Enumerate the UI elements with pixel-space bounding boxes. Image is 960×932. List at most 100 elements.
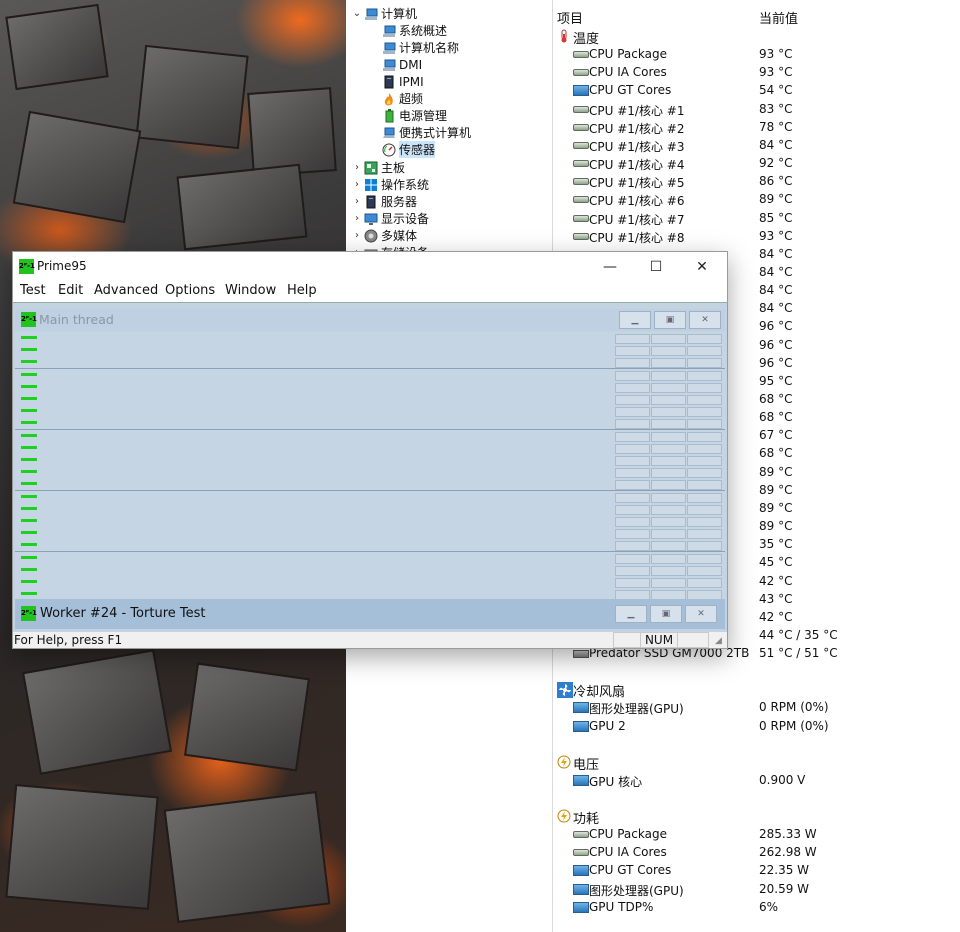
child-minimize-button[interactable] [615, 419, 650, 430]
worker-window-stripe[interactable] [15, 563, 725, 577]
child-minimize-button[interactable] [615, 407, 650, 418]
child-restore-button[interactable] [651, 480, 686, 491]
close-button[interactable]: ✕ [679, 252, 725, 282]
child-close-button[interactable] [687, 431, 722, 442]
chevron-right-icon[interactable]: › [350, 213, 364, 224]
child-minimize-button[interactable] [615, 370, 650, 381]
child-close-button[interactable] [687, 456, 722, 466]
child-restore-button[interactable]: ▣ [650, 605, 682, 623]
worker-window-stripe[interactable] [15, 417, 725, 431]
menu-advanced[interactable]: Advanced [94, 283, 158, 298]
worker-window-stripe[interactable] [15, 405, 725, 419]
child-restore-button[interactable]: ▣ [654, 311, 686, 329]
child-restore-button[interactable] [651, 358, 686, 369]
child-close-button[interactable] [687, 370, 722, 381]
minimize-button[interactable]: — [587, 252, 633, 282]
child-close-button[interactable] [687, 553, 722, 564]
sensor-row[interactable]: CPU #1/核心 #7 85 °C [553, 209, 960, 227]
child-restore-button[interactable] [651, 517, 686, 527]
worker-window-stripe[interactable] [15, 478, 725, 492]
worker-window-stripe[interactable] [15, 515, 725, 528]
child-restore-button[interactable] [651, 382, 686, 393]
worker-window-stripe[interactable] [15, 344, 725, 358]
tree-item-computer[interactable]: ⌄ 计算机 [350, 5, 417, 22]
sensor-row[interactable]: CPU #1/核心 #4 92 °C [553, 154, 960, 172]
menu-options[interactable]: Options [165, 283, 215, 298]
child-close-button[interactable] [687, 395, 722, 405]
tree-item-laptop[interactable]: 便携式计算机 [368, 124, 471, 141]
menu-edit[interactable]: Edit [58, 283, 83, 298]
child-close-button[interactable] [687, 468, 722, 479]
sensor-row[interactable]: CPU Package 93 °C [553, 45, 960, 63]
worker-window-stripe[interactable] [15, 527, 725, 541]
sensor-row[interactable]: CPU Package 285.33 W [553, 825, 960, 843]
child-restore-button[interactable] [651, 431, 686, 442]
chevron-right-icon[interactable]: › [350, 179, 364, 190]
sensor-row[interactable]: CPU GT Cores 22.35 W [553, 861, 960, 879]
child-minimize-button[interactable] [615, 553, 650, 564]
child-minimize-button[interactable] [615, 504, 650, 515]
worker-window-stripe[interactable] [15, 429, 725, 443]
child-minimize-button[interactable] [615, 480, 650, 491]
tree-item-motherboard[interactable]: › 主板 [350, 159, 405, 176]
child-close-button[interactable] [687, 382, 722, 393]
child-restore-button[interactable] [651, 504, 686, 515]
child-close-button[interactable] [687, 541, 722, 552]
child-close-button[interactable] [687, 346, 722, 357]
child-restore-button[interactable] [651, 443, 686, 454]
child-minimize-button[interactable] [615, 565, 650, 576]
child-restore-button[interactable] [651, 468, 686, 479]
child-close-button[interactable]: ✕ [685, 605, 717, 623]
sensor-row[interactable]: CPU #1/核心 #6 89 °C [553, 190, 960, 208]
sensor-row[interactable]: CPU #1/核心 #1 83 °C [553, 100, 960, 118]
child-minimize-button[interactable] [615, 541, 650, 552]
chevron-right-icon[interactable]: › [350, 196, 364, 207]
child-restore-button[interactable] [651, 553, 686, 564]
child-minimize-button[interactable] [615, 468, 650, 479]
child-minimize-button[interactable] [615, 358, 650, 369]
resize-grip-icon[interactable]: ◢ [715, 636, 722, 646]
worker-window-stripe[interactable] [15, 466, 725, 480]
child-minimize-button[interactable] [615, 456, 650, 466]
child-restore-button[interactable] [651, 578, 686, 588]
child-minimize-button[interactable] [615, 492, 650, 503]
child-close-button[interactable] [687, 480, 722, 491]
sensor-row[interactable]: GPU 核心 0.900 V [553, 771, 960, 789]
sensor-row[interactable]: 图形处理器(GPU) 20.59 W [553, 880, 960, 898]
worker-window-stripe[interactable] [15, 393, 725, 406]
child-close-button[interactable] [687, 334, 722, 344]
main-thread-titlebar[interactable]: 2ᴾ-1 Main thread ▁ ▣ ✕ [15, 309, 725, 331]
child-close-button[interactable] [687, 358, 722, 369]
sensor-row[interactable]: GPU TDP% 6% [553, 898, 960, 916]
menu-test[interactable]: Test [20, 283, 46, 298]
sensor-row[interactable]: CPU #1/核心 #8 93 °C [553, 227, 960, 245]
tree-item-power-management[interactable]: 电源管理 [368, 107, 447, 124]
sensor-row[interactable]: CPU #1/核心 #2 78 °C [553, 118, 960, 136]
child-close-button[interactable] [687, 443, 722, 454]
child-close-button[interactable] [687, 419, 722, 430]
child-restore-button[interactable] [651, 565, 686, 576]
worker-window-stripe[interactable] [15, 356, 725, 370]
child-restore-button[interactable] [651, 395, 686, 405]
tree-item-ipmi[interactable]: IPMI [368, 73, 424, 90]
child-restore-button[interactable] [651, 334, 686, 344]
tree-item-operating-system[interactable]: › 操作系统 [350, 176, 429, 193]
child-close-button[interactable] [687, 565, 722, 576]
child-minimize-button[interactable] [615, 431, 650, 442]
chevron-right-icon[interactable]: › [350, 230, 364, 241]
child-close-button[interactable] [687, 407, 722, 418]
tree-item-computer-name[interactable]: 计算机名称 [368, 39, 459, 56]
tree-item-dmi[interactable]: DMI [368, 56, 422, 73]
sensor-row[interactable]: CPU #1/核心 #5 86 °C [553, 172, 960, 190]
child-minimize-button[interactable] [615, 578, 650, 588]
child-close-button[interactable] [687, 517, 722, 527]
child-minimize-button[interactable] [615, 517, 650, 527]
child-restore-button[interactable] [651, 492, 686, 503]
child-minimize-button[interactable] [615, 346, 650, 357]
tree-item-system-summary[interactable]: 系统概述 [368, 22, 447, 39]
tree-item-display[interactable]: › 显示设备 [350, 210, 429, 227]
child-minimize-button[interactable] [615, 382, 650, 393]
sensor-row[interactable]: CPU IA Cores 262.98 W [553, 843, 960, 861]
child-restore-button[interactable] [651, 456, 686, 466]
worker-window-stripe[interactable] [15, 502, 725, 516]
